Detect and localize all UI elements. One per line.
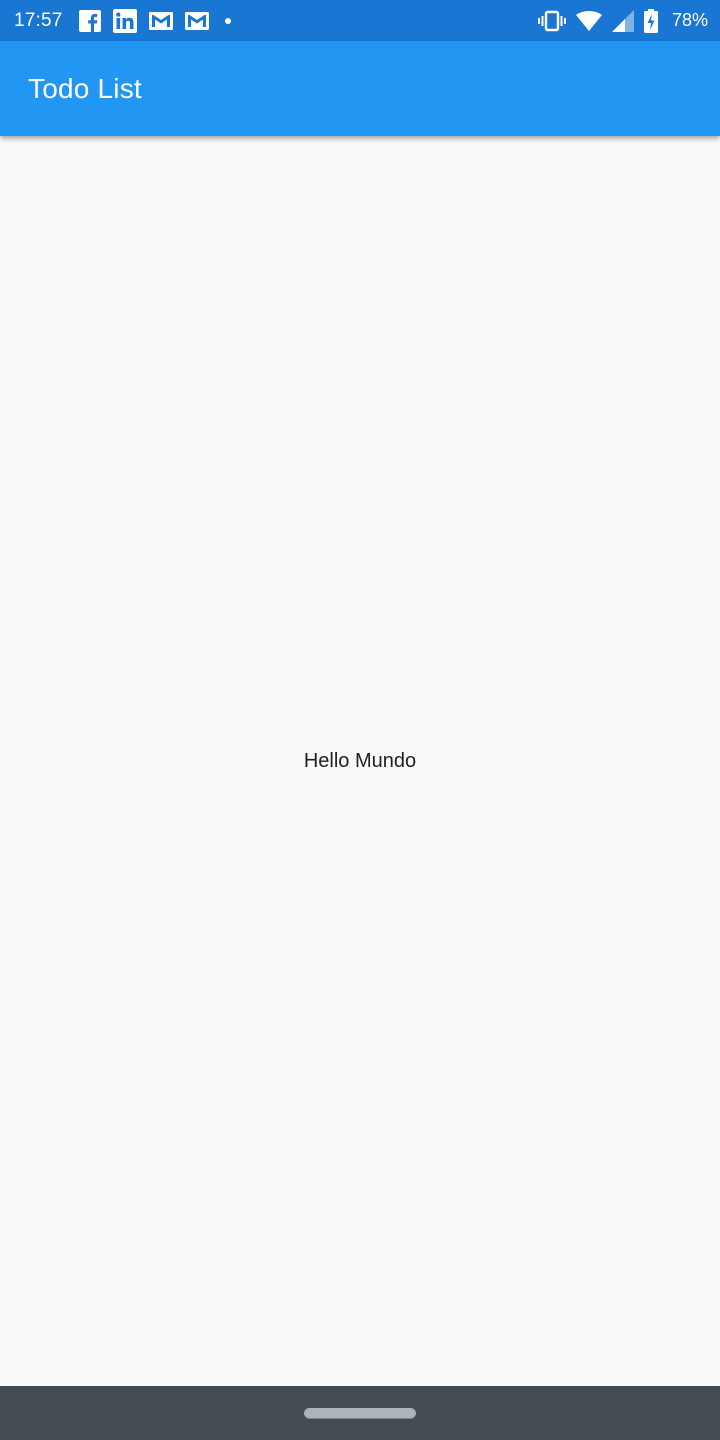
notification-icons (78, 8, 235, 33)
battery-charging-icon (643, 8, 658, 33)
battery-percent: 78% (671, 10, 708, 30)
gmail-icon (184, 11, 209, 30)
facebook-icon (78, 9, 101, 32)
center-text: Hello Mundo (303, 749, 417, 772)
status-bar: 17:57 78% (0, 0, 720, 41)
signal-icon (611, 9, 634, 32)
vibrate-icon (537, 10, 566, 32)
home-gesture-handle[interactable] (304, 1407, 416, 1419)
app-screen: 17:57 78% Todo List Hello Mundo (0, 0, 720, 1440)
gmail-icon (148, 11, 173, 30)
main-content: Hello Mundo (0, 136, 720, 1386)
navigation-bar (0, 1386, 720, 1440)
wifi-icon (575, 10, 602, 31)
status-time: 17:57 (14, 9, 63, 31)
linkedin-icon (112, 8, 137, 33)
app-bar: Todo List (0, 41, 720, 136)
system-icons: 78% (537, 8, 708, 33)
dot-icon (221, 14, 235, 28)
app-title: Todo List (28, 72, 142, 104)
